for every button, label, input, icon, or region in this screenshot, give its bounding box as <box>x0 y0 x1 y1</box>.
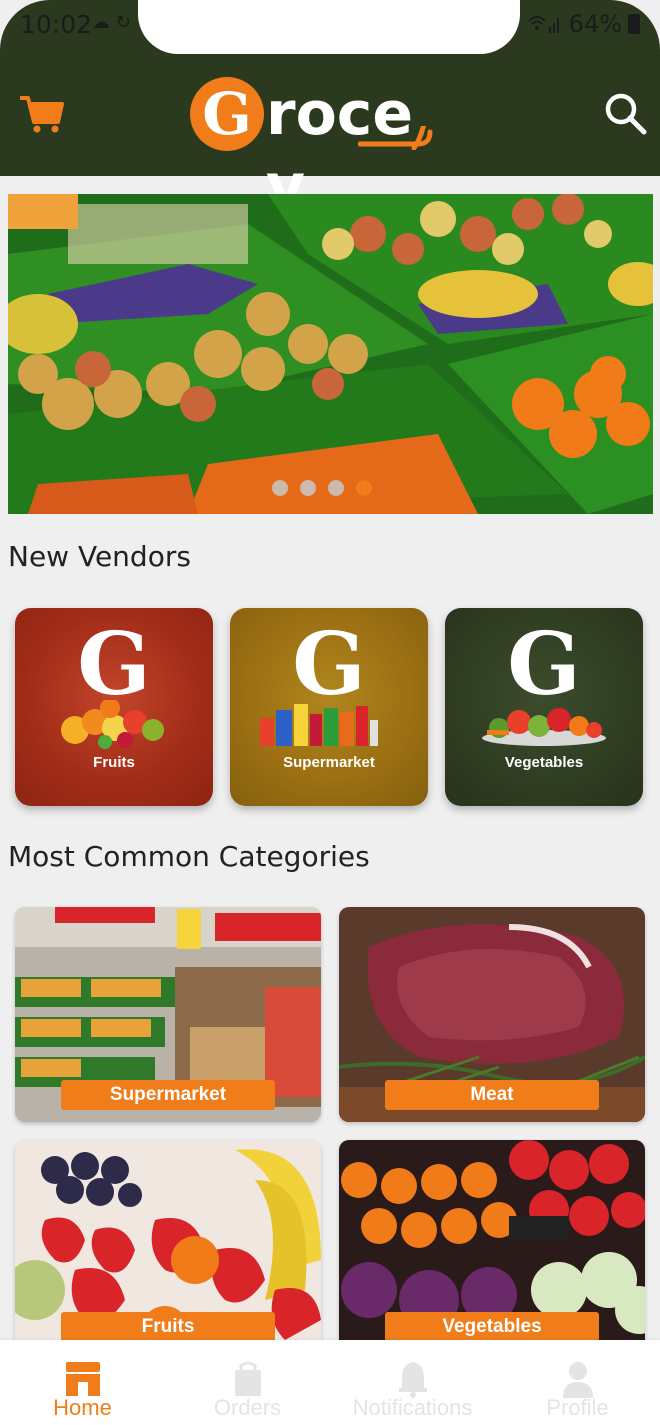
status-time: 10:02 <box>20 10 93 39</box>
nav-label: Orders <box>213 1395 282 1420</box>
battery-percent: 64% <box>568 10 622 38</box>
carousel-dot-4[interactable] <box>356 480 372 496</box>
person-icon <box>562 1362 593 1398</box>
category-tile-vegetables[interactable]: Vegetables <box>339 1140 645 1340</box>
vegetables-photo <box>339 1140 645 1340</box>
bottom-navigation: Home Orders Notifications Profile <box>0 1340 660 1425</box>
bell-icon <box>398 1362 427 1398</box>
search-icon[interactable] <box>604 92 648 136</box>
nav-label: Notifications <box>352 1395 473 1420</box>
shopping-cart-icon[interactable] <box>18 92 64 134</box>
category-label: Supermarket <box>61 1080 275 1110</box>
grocery-logo: G roce y <box>190 74 472 221</box>
category-label: Vegetables <box>385 1312 599 1340</box>
status-notification-icons: ☁ ↻ <box>92 12 131 33</box>
categories-heading: Most Common Categories <box>8 840 370 873</box>
logo-letter: G <box>190 77 264 151</box>
carousel-dot-2[interactable] <box>300 480 316 496</box>
new-vendors-heading: New Vendors <box>8 540 191 573</box>
vendor-name: Supermarket <box>283 754 375 771</box>
category-tile-fruits[interactable]: Fruits <box>15 1140 321 1340</box>
category-tile-supermarket[interactable]: Supermarket <box>15 907 321 1122</box>
nav-profile[interactable]: Profile <box>495 1340 660 1425</box>
logo-swoosh-icon <box>358 126 433 150</box>
carousel-dot-3[interactable] <box>328 480 344 496</box>
carousel-dot-1[interactable] <box>272 480 288 496</box>
banner-produce-image <box>8 194 653 514</box>
orders-bag-icon <box>234 1361 261 1396</box>
vendor-card-fruits[interactable]: G Fruits <box>15 608 213 806</box>
status-right-group: 64% <box>527 10 640 38</box>
vendor-card-supermarket[interactable]: G Supermarket <box>230 608 428 806</box>
fruits-illustration <box>61 700 164 749</box>
nav-label: Home <box>53 1395 112 1420</box>
category-tile-meat[interactable]: Meat <box>339 907 645 1122</box>
nav-label: Profile <box>546 1395 609 1420</box>
fruits-photo <box>15 1140 321 1340</box>
vendor-name: Vegetables <box>504 754 584 771</box>
camera-notch <box>138 0 520 54</box>
vegetables-illustration <box>482 708 606 746</box>
nav-notifications[interactable]: Notifications <box>330 1340 495 1425</box>
category-label: Meat <box>385 1080 599 1110</box>
category-label: Fruits <box>61 1312 275 1340</box>
carousel-dots <box>272 480 372 496</box>
nav-home[interactable]: Home <box>0 1340 165 1425</box>
app-header: 10:02 ☁ ↻ 64% G roce y <box>0 0 660 221</box>
promo-banner-carousel[interactable] <box>8 194 653 514</box>
wifi-signal-icon <box>527 16 559 33</box>
vendor-card-vegetables[interactable]: G Vegetables <box>445 608 643 806</box>
vendor-name: Fruits <box>93 754 135 771</box>
nav-orders[interactable]: Orders <box>165 1340 330 1425</box>
battery-icon <box>628 14 640 34</box>
groceries-illustration <box>260 704 378 746</box>
home-store-icon <box>65 1362 100 1396</box>
